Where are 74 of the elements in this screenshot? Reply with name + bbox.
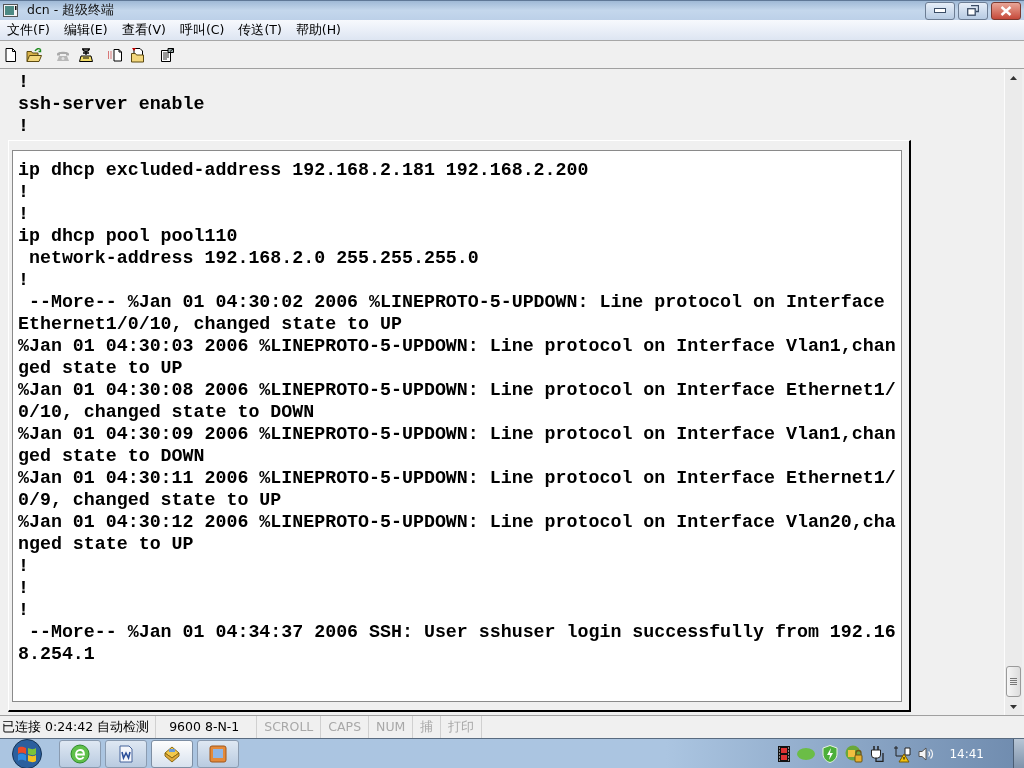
taskbar-button[interactable] <box>151 739 193 768</box>
terminal-line: --More-- %Jan 01 04:34:37 2006 SSH: User sshuser login successfully from 192.16 <box>27 621 896 643</box>
status-text: SCROLL <box>264 720 314 734</box>
picture-frame-icon <box>208 743 228 764</box>
terminal-line: nged state to UP <box>18 533 194 555</box>
menu-item[interactable]: 编辑(E) <box>57 20 114 40</box>
network-warning-icon[interactable] <box>893 744 912 763</box>
terminal-line: 0/9, changed state to UP <box>18 489 282 511</box>
terminal-line: %Jan 01 04:30:09 2006 %LINEPROTO-5-UPDOWN: Line protocol on Interface Vlan1,chan <box>18 423 896 445</box>
status-text: 捕 <box>420 720 434 734</box>
scrollbar-thumb[interactable] <box>1006 666 1021 697</box>
terminal-line: ! <box>18 555 29 577</box>
down-arrow-icon <box>1010 704 1017 709</box>
terminal-line: ! <box>18 115 29 137</box>
shield-icon[interactable] <box>822 744 839 763</box>
terminal-line: ged state to UP <box>18 357 183 379</box>
terminal-line: ip dhcp pool pool110 <box>18 225 238 247</box>
terminal-line: %Jan 01 04:30:08 2006 %LINEPROTO-5-UPDOWN: Line protocol on Interface Ethernet1/ <box>18 379 896 401</box>
terminal-line: ! <box>18 203 29 225</box>
terminal-line: ! <box>18 599 29 621</box>
restore-button[interactable] <box>958 1 988 20</box>
taskbar-button[interactable] <box>197 739 239 768</box>
terminal-line: ! <box>18 577 29 599</box>
terminal-line: Ethernet1/0/10, changed state to UP <box>18 313 402 335</box>
terminal-line: ssh-server enable <box>18 93 205 115</box>
status-text: 已连接 0:24:42 自动检测 <box>2 720 150 734</box>
blank-page-icon[interactable] <box>3 46 19 63</box>
open-folder-icon[interactable] <box>26 46 42 63</box>
globe-e-icon <box>70 743 90 764</box>
terminal-line: ! <box>18 71 29 93</box>
close-button[interactable] <box>991 1 1021 20</box>
terminal-line: --More-- %Jan 01 04:30:02 2006 %LINEPROTO-5-UPDOWN: Line protocol on Interface <box>27 291 885 313</box>
menu-item[interactable]: 传送(T) <box>232 20 288 40</box>
status-text: NUM <box>376 720 406 734</box>
receive-folder-icon[interactable] <box>130 46 146 63</box>
power-plug-icon[interactable] <box>870 745 887 762</box>
window-title: dcn - 超级终端 <box>27 4 115 17</box>
properties-sheet-icon[interactable] <box>159 46 175 63</box>
terminal-line: network-address 192.168.2.0 255.255.255.0 <box>27 247 479 269</box>
terminal-line: ! <box>18 181 29 203</box>
terminal-line: 0/10, changed state to DOWN <box>18 401 315 423</box>
taskbar-button[interactable] <box>105 739 147 768</box>
terminal-line: ! <box>18 269 29 291</box>
menu-item[interactable]: 文件(F) <box>1 20 56 40</box>
status-text: 9600 8-N-1 <box>168 720 241 734</box>
terminal-line: ip dhcp excluded-address 192.168.2.181 192.168.2.200 <box>18 159 589 181</box>
show-desktop-button[interactable] <box>1013 739 1024 768</box>
film-strip-icon[interactable] <box>778 745 791 762</box>
menu-item[interactable]: 帮助(H) <box>289 20 347 40</box>
restore-icon <box>967 5 979 16</box>
speaker-icon[interactable] <box>918 745 935 762</box>
terminal-screen[interactable] <box>12 150 902 702</box>
terminal-window-icon[interactable] <box>3 4 18 17</box>
taskbar-button[interactable] <box>59 739 101 768</box>
start-orb-icon[interactable] <box>9 738 45 768</box>
terminal-line: %Jan 01 04:30:12 2006 %LINEPROTO-5-UPDOWN: Line protocol on Interface Vlan20,cha <box>18 511 896 533</box>
lock-badge-icon[interactable] <box>845 744 864 763</box>
send-page-icon[interactable] <box>107 46 123 63</box>
minimize-icon <box>934 8 946 13</box>
up-arrow-icon <box>1010 75 1017 80</box>
terminal-line: ged state to DOWN <box>18 445 205 467</box>
grip-icon <box>1010 678 1017 685</box>
dot-icon[interactable] <box>797 747 816 760</box>
menu-item[interactable]: 呼叫(C) <box>173 20 231 40</box>
terminal-line: 8.254.1 <box>18 643 95 665</box>
terminal-line: %Jan 01 04:30:11 2006 %LINEPROTO-5-UPDOWN: Line protocol on Interface Ethernet1/ <box>18 467 896 489</box>
status-text: CAPS <box>328 720 362 734</box>
menu-item[interactable]: 查看(V) <box>115 20 172 40</box>
word-document-icon <box>116 743 136 764</box>
terminal-line: %Jan 01 04:30:03 2006 %LINEPROTO-5-UPDOWN: Line protocol on Interface Vlan1,chan <box>18 335 896 357</box>
handset-icon[interactable] <box>78 46 94 63</box>
close-icon <box>1000 5 1012 16</box>
minimize-button[interactable] <box>925 1 955 20</box>
status-text: 打印 <box>448 720 475 734</box>
